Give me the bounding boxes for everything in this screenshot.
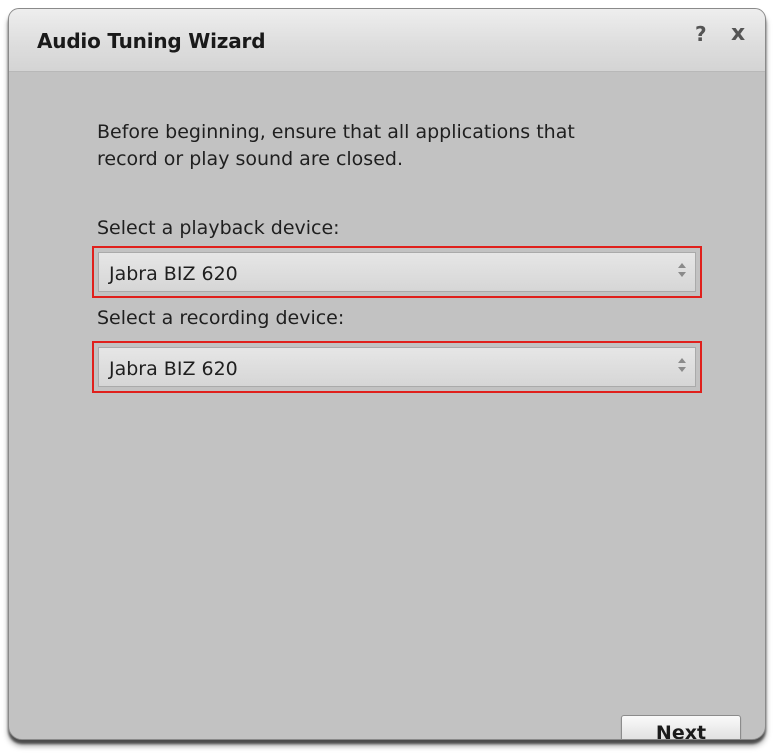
audio-tuning-wizard-window: Audio Tuning Wizard ? x Before beginning… bbox=[8, 8, 766, 740]
help-icon[interactable]: ? bbox=[695, 23, 707, 45]
recording-device-select[interactable]: Jabra BIZ 620 bbox=[98, 347, 696, 387]
instructions-text: Before beginning, ensure that all applic… bbox=[97, 121, 575, 170]
updown-arrow-icon bbox=[678, 358, 686, 372]
recording-device-value: Jabra BIZ 620 bbox=[109, 358, 238, 380]
recording-highlight-frame: Jabra BIZ 620 bbox=[92, 341, 702, 393]
playback-device-value: Jabra BIZ 620 bbox=[109, 263, 238, 285]
recording-device-label: Select a recording device: bbox=[97, 307, 345, 329]
title-bar: Audio Tuning Wizard ? x bbox=[9, 9, 765, 72]
window-title: Audio Tuning Wizard bbox=[37, 29, 266, 53]
playback-highlight-frame: Jabra BIZ 620 bbox=[92, 246, 702, 298]
next-button[interactable]: Next bbox=[621, 715, 741, 739]
playback-device-select[interactable]: Jabra BIZ 620 bbox=[98, 252, 696, 292]
updown-arrow-icon bbox=[678, 263, 686, 277]
close-icon[interactable]: x bbox=[731, 23, 745, 45]
playback-device-label: Select a playback device: bbox=[97, 217, 340, 239]
